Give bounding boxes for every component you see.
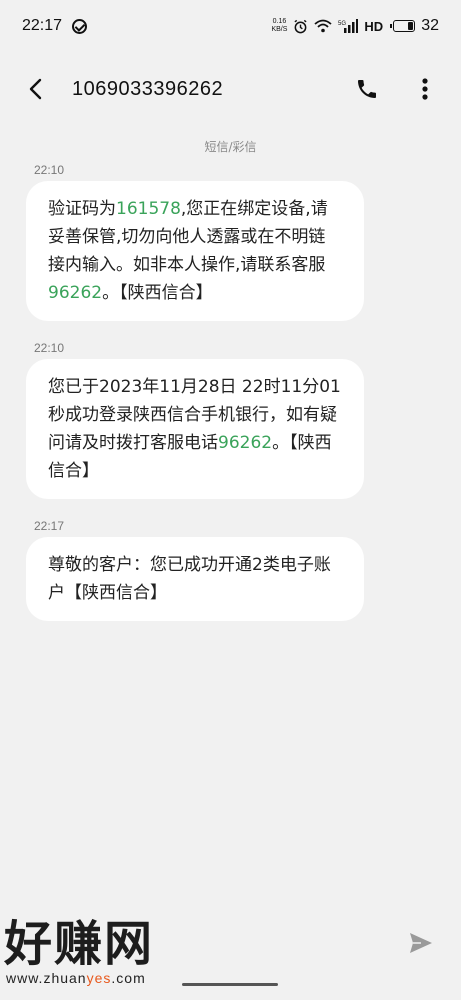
status-time: 22:17 <box>22 17 63 34</box>
contact-title: 1069033396262 <box>72 77 224 100</box>
message-input[interactable] <box>22 921 403 965</box>
message-text: 尊敬的客户：您已成功开通2类电子账户【陕西信合】 <box>48 555 331 603</box>
battery-icon <box>390 20 416 32</box>
signal-label: 5G <box>338 21 346 27</box>
message-bubble[interactable]: 验证码为161578,您正在绑定设备,请妥善保管,切勿向他人透露或在不明链接内输… <box>26 181 364 321</box>
message-text: 验证码为 <box>48 199 116 219</box>
message-item: 22:17 尊敬的客户：您已成功开通2类电子账户【陕西信合】 <box>0 515 461 621</box>
hd-label: HD <box>364 18 384 34</box>
status-indicators: 0.16 KB/S 5G HD 32 <box>271 17 439 35</box>
send-icon <box>410 933 432 953</box>
back-arrow-icon <box>29 78 42 100</box>
home-indicator[interactable] <box>182 983 278 986</box>
message-text: 。【陕西信合】 <box>102 283 213 303</box>
battery-level: 32 <box>421 17 439 34</box>
more-options-button[interactable] <box>411 75 439 103</box>
message-time: 22:10 <box>34 341 65 355</box>
phone-number-link[interactable]: 96262 <box>218 433 272 453</box>
compose-bar <box>0 908 461 978</box>
sms-type-label: 短信/彩信 <box>204 140 257 154</box>
network-speed: 0.16 KB/S <box>271 18 287 34</box>
phone-number-link[interactable]: 96262 <box>48 283 102 303</box>
message-list: 短信/彩信 22:10 验证码为161578,您正在绑定设备,请妥善保管,切勿向… <box>0 138 461 621</box>
alarm-icon <box>294 19 307 33</box>
cellular-signal-icon: 5G <box>338 19 359 33</box>
call-button[interactable] <box>353 75 381 103</box>
network-speed-unit: KB/S <box>271 26 288 33</box>
message-time: 22:10 <box>34 163 65 177</box>
message-item: 22:10 验证码为161578,您正在绑定设备,请妥善保管,切勿向他人透露或在… <box>0 159 461 321</box>
check-circle-icon <box>72 18 88 34</box>
conversation-header: 1069033396262 <box>0 60 461 118</box>
wifi-icon <box>314 19 333 33</box>
send-button[interactable] <box>403 925 439 961</box>
header-actions <box>353 75 439 103</box>
phone-icon <box>358 80 376 98</box>
status-bar: 22:17 0.16 KB/S 5G HD 32 <box>0 0 461 52</box>
battery-fill <box>407 22 414 30</box>
message-bubble[interactable]: 您已于2023年11月28日 22时11分01秒成功登录陕西信合手机银行，如有疑… <box>26 359 364 499</box>
back-button[interactable] <box>22 75 50 103</box>
more-vertical-icon <box>422 78 428 100</box>
verification-code-link[interactable]: 161578 <box>116 199 181 219</box>
network-speed-value: 0.16 <box>272 18 287 25</box>
message-bubble[interactable]: 尊敬的客户：您已成功开通2类电子账户【陕西信合】 <box>26 537 364 621</box>
message-item: 22:10 您已于2023年11月28日 22时11分01秒成功登录陕西信合手机… <box>0 337 461 499</box>
message-time: 22:17 <box>34 519 65 533</box>
